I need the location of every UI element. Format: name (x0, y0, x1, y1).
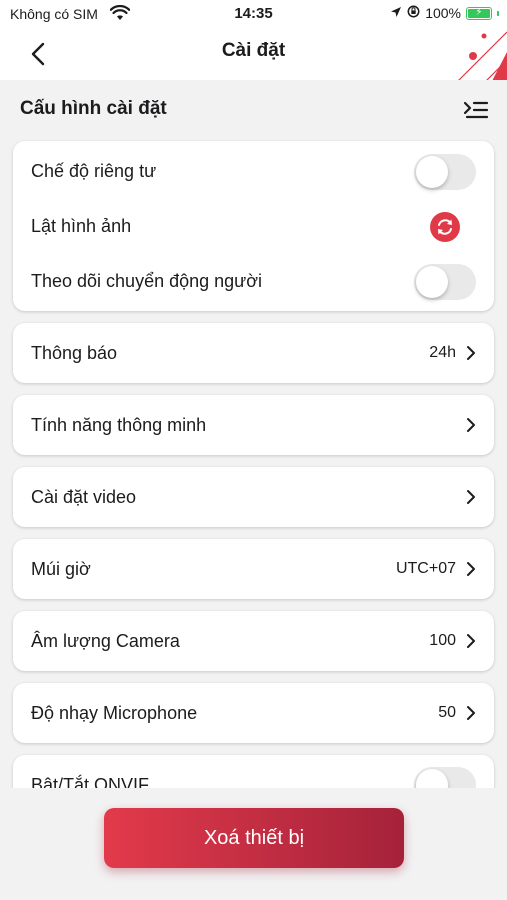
chevron-right-icon (467, 418, 475, 432)
chevron-right-icon (467, 634, 475, 648)
notifications-row[interactable]: Thông báo 24h (13, 323, 494, 383)
section-title: Cấu hình cài đặt (20, 98, 167, 119)
battery-icon: ⚡ (466, 6, 492, 20)
motion-tracking-toggle[interactable] (414, 263, 476, 300)
battery-percent: 100% (425, 5, 461, 21)
privacy-mode-toggle[interactable] (414, 153, 476, 190)
nav-bar: Cài đặt (0, 30, 507, 110)
onvif-label: Bật/Tắt ONVIF (31, 774, 150, 789)
onvif-row: Bật/Tắt ONVIF (13, 755, 494, 788)
mic-sensitivity-value: 50 (438, 704, 456, 721)
onvif-toggle[interactable] (414, 767, 476, 788)
video-settings-card[interactable]: Cài đặt video (13, 467, 494, 527)
smart-features-label: Tính năng thông minh (31, 414, 207, 435)
motion-tracking-row: Theo dõi chuyển động người (13, 254, 494, 309)
camera-volume-label: Âm lượng Camera (31, 630, 180, 651)
mic-sensitivity-label: Độ nhạy Microphone (31, 702, 198, 723)
privacy-mode-label: Chế độ riêng tư (31, 161, 157, 181)
mic-sensitivity-card[interactable]: Độ nhạy Microphone 50 (13, 683, 494, 743)
onvif-card: Bật/Tắt ONVIF (13, 755, 494, 788)
chevron-right-icon (467, 490, 475, 504)
chevron-right-icon (467, 706, 475, 720)
timezone-row[interactable]: Múi giờ UTC+07 (13, 539, 494, 599)
status-right: 100% ⚡ (390, 5, 499, 21)
smart-features-card[interactable]: Tính năng thông minh (13, 395, 494, 455)
section-header: Cấu hình cài đặt (20, 98, 491, 124)
timezone-value: UTC+07 (395, 560, 456, 577)
timezone-card[interactable]: Múi giờ UTC+07 (13, 539, 494, 599)
battery-tip (497, 10, 499, 16)
notifications-label: Thông báo (31, 342, 118, 363)
chevron-right-icon (467, 346, 475, 360)
privacy-mode-row: Chế độ riêng tư (13, 144, 494, 199)
list-menu-icon[interactable] (463, 98, 489, 124)
orientation-lock-icon (407, 5, 420, 21)
mic-sensitivity-row[interactable]: Độ nhạy Microphone 50 (13, 683, 494, 743)
chevron-right-icon (467, 562, 475, 576)
camera-volume-card[interactable]: Âm lượng Camera 100 (13, 611, 494, 671)
video-settings-row[interactable]: Cài đặt video (13, 467, 494, 527)
video-settings-label: Cài đặt video (31, 486, 137, 507)
rotate-icon (438, 218, 452, 235)
flip-image-row: Lật hình ảnh (13, 199, 494, 254)
toggle-knob (416, 155, 448, 188)
camera-volume-value: 100 (429, 632, 456, 649)
smart-features-row[interactable]: Tính năng thông minh (13, 395, 494, 455)
location-arrow-icon (390, 5, 402, 21)
toggle-knob (416, 265, 448, 298)
motion-tracking-label: Theo dõi chuyển động người (31, 271, 263, 291)
status-bar: Không có SIM 14:35 100% ⚡ (0, 0, 507, 30)
camera-volume-row[interactable]: Âm lượng Camera 100 (13, 611, 494, 671)
notifications-value: 24h (429, 344, 456, 361)
flip-image-button[interactable] (430, 211, 460, 242)
delete-device-button[interactable]: Xoá thiết bị (104, 808, 404, 868)
toggle-knob (416, 769, 448, 788)
bottom-bar: Xoá thiết bị (0, 788, 507, 900)
notifications-card[interactable]: Thông báo 24h (13, 323, 494, 383)
settings-panel: Cấu hình cài đặt Chế độ riêng tư Lật hìn… (0, 80, 507, 788)
timezone-label: Múi giờ (31, 558, 91, 579)
privacy-card: Chế độ riêng tư Lật hình ảnh Theo dõi ch… (13, 141, 494, 311)
charging-bolt-icon: ⚡ (475, 7, 483, 18)
flip-image-label: Lật hình ảnh (31, 216, 132, 236)
